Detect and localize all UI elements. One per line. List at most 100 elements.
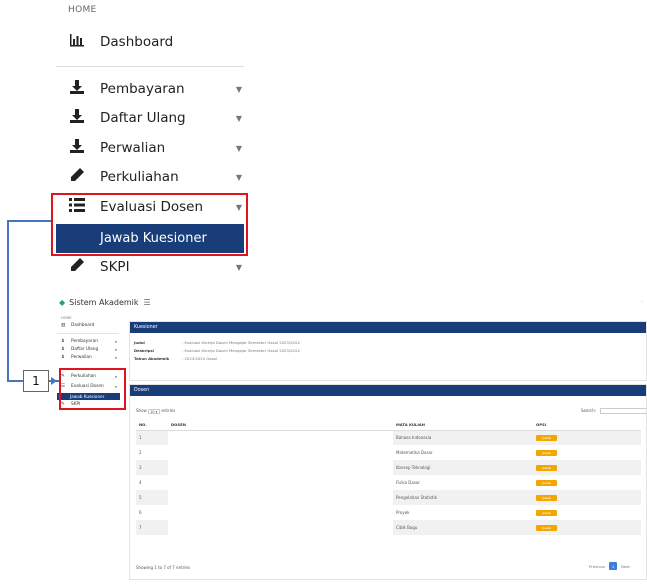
chevron-down-icon: ▼ — [235, 262, 242, 272]
cell-mata-kuliah: Matematika Dasar — [396, 450, 433, 455]
sidebar-item-label: Dashboard — [100, 34, 174, 50]
sidebar-item-perkuliahan[interactable]: Perkuliahan ▼ — [68, 167, 246, 187]
jawab-button[interactable]: Jawab — [536, 524, 557, 531]
sidebar-item-perwalian[interactable]: ⬇ Perwalian ▼ — [61, 354, 119, 361]
info-value: : 2023/2024 Gasal — [182, 356, 217, 361]
sidebar-item-label: Perwalian — [71, 355, 92, 360]
search-label: Search: — [581, 408, 597, 413]
info-key: Tahun Akademik — [134, 356, 170, 361]
cell-no: 7 — [136, 520, 168, 535]
app-title: Sistem Akademik — [69, 298, 139, 307]
entries-select[interactable]: 10 ▾ — [148, 408, 161, 414]
callout-number: 1 — [23, 370, 49, 392]
entries-select-value: 10 — [150, 409, 155, 414]
column-header-dosen[interactable]: DOSEN — [168, 420, 393, 431]
sidebar-item-label: Perwalian — [100, 140, 166, 156]
jawab-button[interactable]: Jawab — [536, 449, 557, 456]
info-row: Tahun Akademik : 2023/2024 Gasal — [134, 356, 217, 361]
table-row: 3 Konsep Teknologi Jawab — [136, 460, 641, 475]
column-header-no[interactable]: NO. — [136, 420, 168, 431]
download-icon: ⬇ — [61, 355, 65, 360]
divider — [57, 333, 119, 334]
info-key: Judul — [134, 340, 145, 345]
table-info: Showing 1 to 7 of 7 entries — [136, 565, 190, 570]
cell-dosen — [168, 505, 393, 520]
logo-icon: ◆ — [59, 298, 66, 307]
cell-dosen — [168, 460, 393, 475]
home-section-label: HOME — [68, 5, 97, 15]
cell-mata-kuliah: Ciblk Bagu — [393, 520, 533, 535]
divider — [56, 66, 244, 67]
jawab-button[interactable]: Jawab — [536, 434, 557, 441]
pencil-icon — [68, 257, 86, 277]
chevron-down-icon: ▼ — [235, 84, 242, 94]
cell-mata-kuliah: Bahasa Indonesia — [393, 430, 533, 445]
app-screenshot: ◆ Sistem Akademik ☰ · HOME ▥ Dashboard ⬇ P… — [57, 294, 647, 586]
more-icon[interactable]: · — [641, 299, 643, 306]
cell-no: 4 — [139, 480, 142, 485]
cell-dosen — [168, 475, 393, 490]
cell-opsi: Jawab — [533, 520, 641, 535]
table-row: 1 Bahasa Indonesia Jawab — [136, 430, 641, 445]
sidebar-item-dashboard[interactable]: ▥ Dashboard — [61, 322, 119, 329]
cell-no: 2 — [139, 450, 142, 455]
cell-opsi: Jawab — [533, 490, 641, 505]
home-section-label: HOME — [61, 316, 72, 320]
jawab-button[interactable]: Jawab — [536, 494, 557, 501]
highlight-box-small — [59, 368, 126, 410]
chevron-down-icon: ▼ — [114, 339, 117, 344]
column-header-opsi[interactable]: OPSI — [533, 420, 641, 431]
sidebar-item-pembayaran[interactable]: Pembayaran ▼ — [68, 79, 246, 99]
show-label: Show — [136, 408, 147, 413]
hamburger-icon[interactable]: ☰ — [144, 298, 151, 307]
highlight-box-zoom — [51, 193, 248, 256]
pagination: Previous 1 Next — [589, 562, 630, 570]
cell-dosen — [168, 430, 393, 445]
cell-no: 3 — [136, 460, 168, 475]
sidebar-item-skpi[interactable]: SKPI ▼ — [68, 257, 246, 277]
search-input[interactable] — [600, 408, 647, 414]
sidebar-item-label: Dashboard — [71, 323, 95, 328]
sidebar-item-label: Pembayaran — [71, 339, 98, 344]
cell-opsi: Jawab — [533, 445, 641, 460]
table-row: 6 Proyek Jawab — [136, 505, 641, 520]
cell-opsi: Jawab — [533, 430, 641, 445]
cell-no: 5 — [136, 490, 168, 505]
next-button[interactable]: Next — [621, 564, 630, 569]
download-icon: ⬇ — [61, 339, 65, 344]
bar-chart-icon — [68, 33, 86, 51]
cell-dosen — [168, 520, 393, 535]
sidebar-item-daftar-ulang[interactable]: Daftar Ulang ▼ — [68, 108, 246, 128]
download-icon — [68, 138, 86, 158]
chevron-down-icon: ▼ — [235, 172, 242, 182]
info-key: Deskripsi — [134, 348, 154, 353]
chevron-down-icon: ▼ — [235, 113, 242, 123]
info-value: : Evaluasi Kinerja Dosen Mengajar Semest… — [182, 340, 300, 345]
sidebar-item-pembayaran[interactable]: ⬇ Pembayaran ▼ — [61, 338, 119, 345]
download-icon: ⬇ — [61, 347, 65, 352]
download-icon — [68, 108, 86, 128]
pencil-icon — [68, 167, 86, 187]
cell-mata-kuliah: Proyek — [396, 510, 410, 515]
sidebar-item-label: Perkuliahan — [100, 169, 179, 185]
table-row: 7 Ciblk Bagu Jawab — [136, 520, 641, 535]
length-control: Show 10 ▾ entries — [136, 408, 175, 414]
sidebar-item-label: Pembayaran — [100, 81, 185, 97]
chevron-down-icon: ▼ — [114, 355, 117, 360]
info-row: Deskripsi: Evaluasi Kinerja Dosen Mengaj… — [134, 348, 300, 353]
sidebar-item-dashboard[interactable]: Dashboard — [68, 32, 246, 52]
jawab-button[interactable]: Jawab — [536, 464, 557, 471]
cell-mata-kuliah: Fisika Dasar — [396, 480, 420, 485]
column-header-mata-kuliah[interactable]: MATA KULIAH — [393, 420, 533, 431]
previous-button[interactable]: Previous — [589, 564, 605, 569]
bar-chart-icon: ▥ — [61, 323, 66, 328]
cell-opsi: Jawab — [533, 475, 641, 490]
dosen-table: NO. DOSEN MATA KULIAH OPSI 1 Bahasa Indon… — [136, 420, 641, 535]
jawab-button[interactable]: Jawab — [536, 479, 557, 486]
page-button-1[interactable]: 1 — [609, 562, 618, 570]
sidebar-item-daftar-ulang[interactable]: ⬇ Daftar Ulang ▼ — [61, 346, 119, 353]
cell-opsi: Jawab — [533, 505, 641, 520]
jawab-button[interactable]: Jawab — [536, 509, 557, 516]
sidebar-item-perwalian[interactable]: Perwalian ▼ — [68, 138, 246, 158]
cell-mata-kuliah: Pengolahan Statistik — [393, 490, 533, 505]
